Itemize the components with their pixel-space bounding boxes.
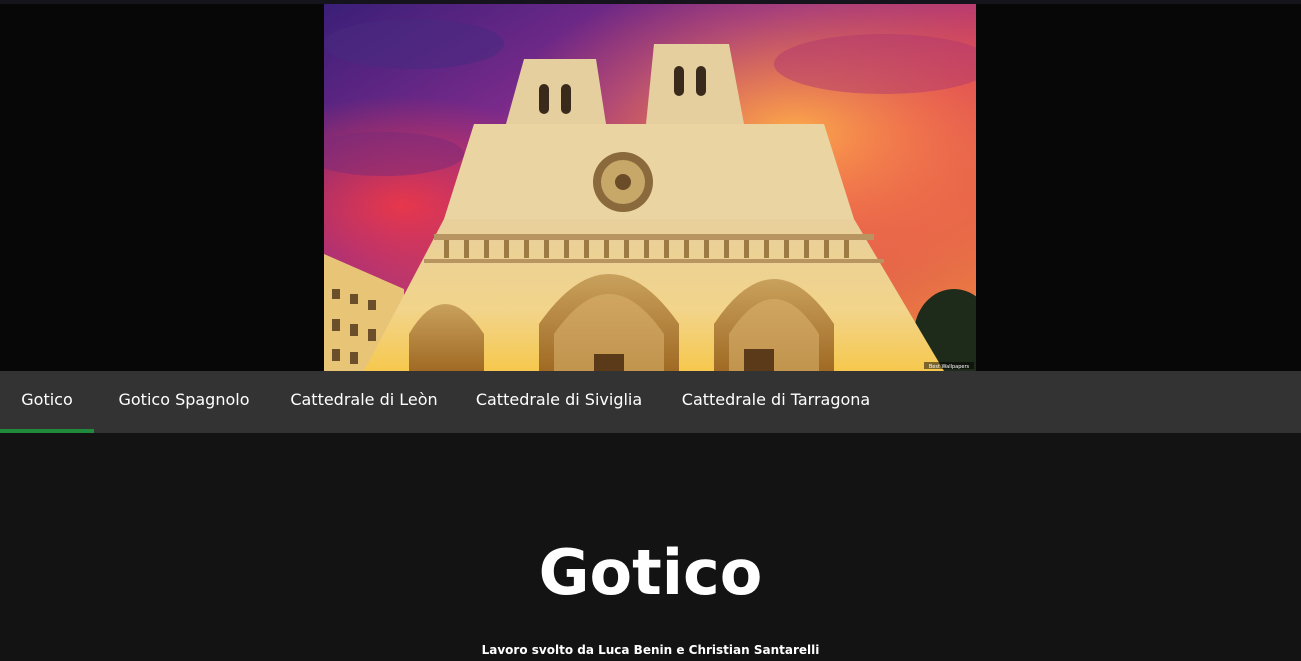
nav-item-cattedrale-siviglia[interactable]: Cattedrale di Siviglia	[458, 371, 660, 433]
main-content: Gotico Lavoro svolto da Luca Benin e Chr…	[0, 433, 1301, 661]
credits-text: Lavoro svolto da Luca Benin e Christian …	[481, 643, 820, 657]
nav-item-cattedrale-leon[interactable]: Cattedrale di Leòn	[274, 371, 454, 433]
page-title: Gotico	[538, 536, 763, 609]
watermark-text: Best Wallpapers	[929, 364, 970, 370]
nav-item-gotico[interactable]: Gotico	[0, 371, 94, 433]
nav-item-gotico-spagnolo[interactable]: Gotico Spagnolo	[94, 371, 274, 433]
hero-image: Best Wallpapers	[324, 4, 976, 371]
nav-item-cattedrale-tarragona[interactable]: Cattedrale di Tarragona	[664, 371, 888, 433]
main-navbar: Gotico Gotico Spagnolo Cattedrale di Leò…	[0, 371, 1301, 433]
hero-banner: Best Wallpapers	[0, 4, 1301, 371]
